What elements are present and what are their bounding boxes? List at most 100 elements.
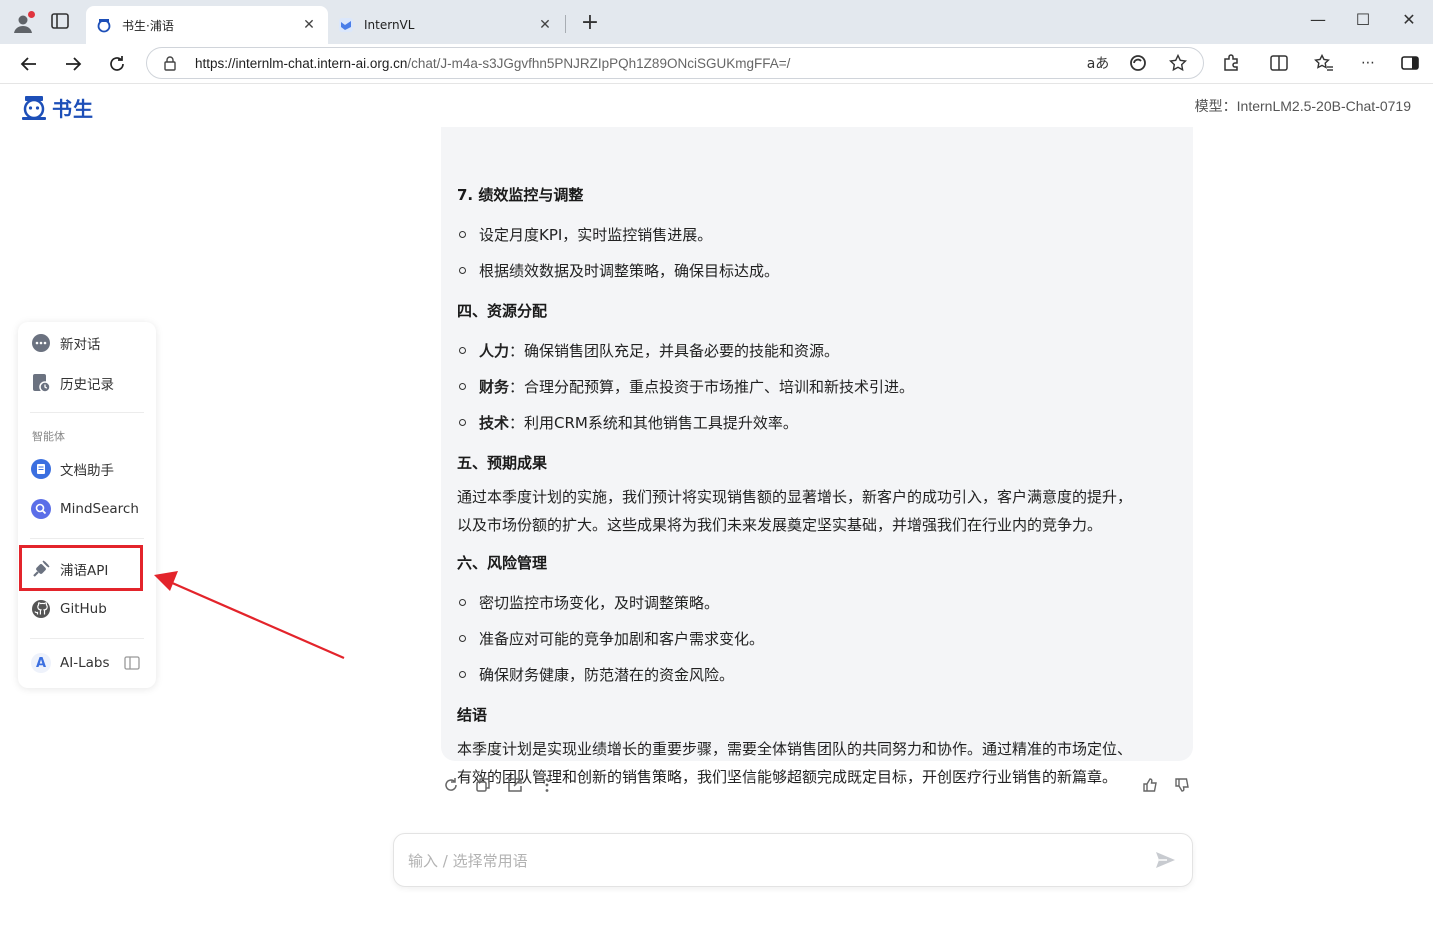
- tab-internvl[interactable]: InternVL ✕: [328, 6, 564, 44]
- logo-text: 书生: [52, 97, 94, 121]
- shusheng-logo-icon: [22, 95, 46, 120]
- chat-bubble-icon: [30, 332, 52, 354]
- annotation-highlight-box: [19, 545, 143, 591]
- model-label[interactable]: 模型：InternLM2.5-20B-Chat-0719: [1195, 96, 1411, 116]
- lock-icon[interactable]: [163, 55, 179, 71]
- tab-title: InternVL: [364, 18, 415, 32]
- sidebar-item-mindsearch[interactable]: MindSearch: [30, 492, 146, 526]
- paragraph-line: 本季度计划是实现业绩增长的重要步骤，需要全体销售团队的共同努力和协作。通过精准的…: [457, 740, 1133, 758]
- close-window-icon[interactable]: ✕: [1394, 10, 1424, 29]
- sidebar-item-new-chat[interactable]: 新对话: [30, 326, 146, 360]
- bullet-icon: [459, 671, 466, 678]
- paragraph-line: 以及市场份额的扩大。这些成果将为我们未来发展奠定坚实基础，并增强我们在行业内的竞…: [457, 516, 1103, 534]
- refresh-icon[interactable]: [103, 50, 131, 78]
- sidebar-item-label: 历史记录: [60, 377, 114, 393]
- sidebar-item-history[interactable]: 历史记录: [30, 366, 146, 400]
- list-item-text: 密切监控市场变化，及时调整策略。: [479, 594, 720, 612]
- copy-icon[interactable]: [473, 775, 493, 795]
- browser-toolbar: https://internlm-chat.intern-ai.org.cn/c…: [0, 44, 1433, 84]
- document-assistant-icon: [30, 458, 52, 480]
- list-item: 人力 ：确保销售团队充足，并具备必要的技能和资源。: [459, 340, 839, 361]
- sidebar-divider: [30, 638, 144, 639]
- send-icon[interactable]: [1154, 849, 1178, 873]
- sidebar: 新对话 历史记录 智能体 文档助手 MindSearch 浦语API GitHu…: [18, 322, 156, 688]
- regenerate-icon[interactable]: [441, 775, 461, 795]
- history-icon: [30, 372, 52, 394]
- logo[interactable]: 书生: [20, 93, 94, 122]
- maximize-icon[interactable]: ☐: [1348, 10, 1378, 29]
- sidebar-section-label: 智能体: [32, 430, 65, 443]
- extensions-icon[interactable]: [1218, 50, 1244, 76]
- browser-tab-strip: 书生·浦语 ✕ InternVL ✕ + — ☐ ✕: [0, 0, 1433, 44]
- section-heading: 四、资源分配: [457, 302, 548, 320]
- bullet-icon: [459, 383, 466, 390]
- sidebar-item-label: GitHub: [60, 601, 107, 617]
- list-item: 密切监控市场变化，及时调整策略。: [459, 592, 719, 613]
- tab-actions-icon[interactable]: [50, 12, 72, 32]
- sidebar-item-label: 文档助手: [60, 463, 114, 479]
- list-item-text: ：合理分配预算，重点投资于市场推广、培训和新技术引进。: [509, 378, 915, 396]
- sidebar-item-ai-labs[interactable]: A AI-Labs: [30, 646, 146, 680]
- list-item-text: 准备应对可能的竞争加剧和客户需求变化。: [479, 630, 765, 648]
- new-tab-plus-icon[interactable]: +: [578, 10, 602, 35]
- url-text[interactable]: https://internlm-chat.intern-ai.org.cn/c…: [195, 56, 790, 71]
- minimize-icon[interactable]: —: [1303, 10, 1333, 29]
- forward-arrow-icon[interactable]: [59, 50, 87, 78]
- list-item-text: ：利用CRM系统和其他销售工具提升效率。: [509, 414, 798, 432]
- share-icon[interactable]: [505, 775, 525, 795]
- list-item-bold: 人力: [479, 342, 510, 360]
- sidebar-item-github[interactable]: GitHub: [30, 592, 146, 626]
- list-item: 设定月度KPI，实时监控销售进展。: [459, 224, 712, 245]
- browser-essentials-icon[interactable]: [1125, 50, 1151, 76]
- sidebar-item-doc-assistant[interactable]: 文档助手: [30, 452, 146, 486]
- list-item-bold: 技术: [479, 414, 510, 432]
- collapse-panel-icon[interactable]: [123, 656, 140, 670]
- thumbs-up-icon[interactable]: [1140, 775, 1160, 795]
- url-path: /chat/J-m4a-s3JGgvfhn5PNJRZIpPQh1Z89ONci…: [407, 55, 791, 71]
- bullet-icon: [459, 635, 466, 642]
- split-screen-icon[interactable]: [1266, 50, 1292, 76]
- section-heading: 六、风险管理: [457, 554, 548, 572]
- back-arrow-icon[interactable]: [15, 50, 43, 78]
- chat-input[interactable]: [408, 848, 1128, 874]
- favorites-list-icon[interactable]: [1311, 50, 1337, 76]
- section-heading: 结语: [457, 706, 488, 724]
- section-heading: 7. 绩效监控与调整: [457, 186, 584, 204]
- assistant-message: 7. 绩效监控与调整 设定月度KPI，实时监控销售进展。 根据绩效数据及时调整策…: [441, 127, 1193, 786]
- read-aloud-icon[interactable]: aあ: [1085, 50, 1111, 76]
- tab-separator: [565, 15, 566, 33]
- ai-labs-badge: A: [35, 655, 47, 671]
- sidebar-item-label: MindSearch: [60, 501, 139, 517]
- address-bar[interactable]: https://internlm-chat.intern-ai.org.cn/c…: [146, 47, 1204, 79]
- list-item-text: 根据绩效数据及时调整策略，确保目标达成。: [479, 262, 780, 280]
- internvl-favicon-icon: [338, 17, 354, 33]
- mindsearch-icon: [30, 498, 52, 520]
- bullet-icon: [459, 267, 466, 274]
- tab-close-icon[interactable]: ✕: [536, 17, 554, 33]
- list-item: 财务 ：合理分配预算，重点投资于市场推广、培训和新技术引进。: [459, 376, 914, 397]
- url-host: https://internlm-chat.intern-ai.org.cn: [195, 55, 408, 71]
- list-item: 技术 ：利用CRM系统和其他销售工具提升效率。: [459, 412, 798, 433]
- list-item-text: 设定月度KPI，实时监控销售进展。: [479, 226, 713, 244]
- thumbs-down-icon[interactable]: [1172, 775, 1192, 795]
- bullet-icon: [459, 599, 466, 606]
- sidebar-divider: [30, 412, 144, 413]
- page-content: 书生 模型：InternLM2.5-20B-Chat-0719 新对话 历史记录…: [0, 85, 1433, 933]
- list-item: 根据绩效数据及时调整策略，确保目标达成。: [459, 260, 779, 281]
- favorite-star-icon[interactable]: [1165, 50, 1191, 76]
- sidebar-divider: [30, 538, 144, 539]
- message-actions: [441, 775, 569, 795]
- more-options-icon[interactable]: [537, 775, 557, 795]
- tab-title: 书生·浦语: [122, 18, 174, 33]
- list-item-text: 确保财务健康，防范潜在的资金风险。: [479, 666, 735, 684]
- github-icon: [30, 598, 52, 620]
- sidebar-item-label: AI-Labs: [60, 655, 110, 671]
- list-item-bold: 财务: [479, 378, 510, 396]
- sidebar-toggle-icon[interactable]: [1397, 50, 1423, 76]
- tab-shusheng[interactable]: 书生·浦语 ✕: [86, 6, 328, 44]
- more-menu-icon[interactable]: ⋯: [1355, 50, 1381, 76]
- tab-close-icon[interactable]: ✕: [300, 17, 318, 33]
- profile-avatar-icon[interactable]: [10, 10, 36, 36]
- chat-input-box: [393, 833, 1193, 887]
- shusheng-favicon-icon: [96, 17, 112, 33]
